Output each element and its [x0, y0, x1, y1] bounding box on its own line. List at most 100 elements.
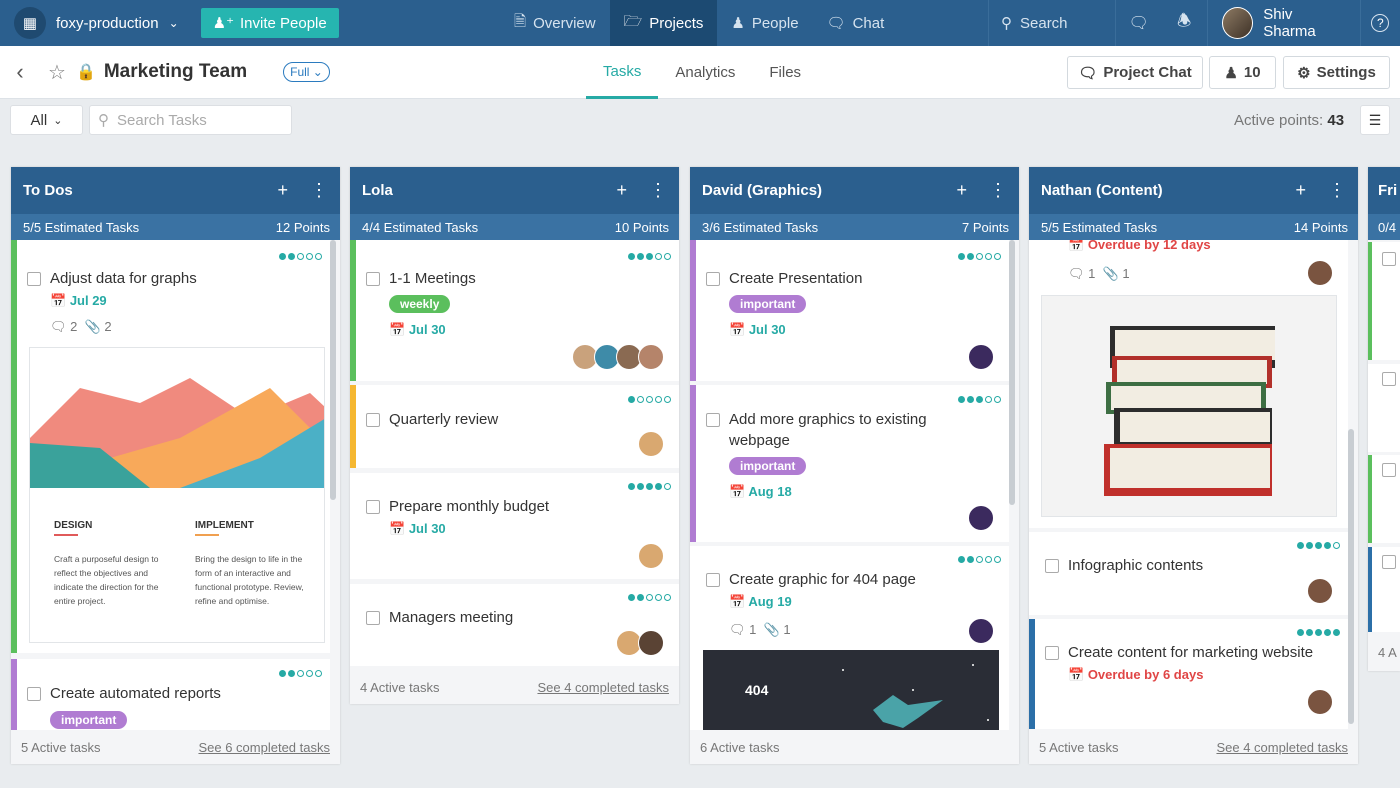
more-icon[interactable]: ⋮: [310, 180, 328, 201]
nav-people[interactable]: ♟ People: [717, 0, 812, 46]
search-input[interactable]: [117, 111, 277, 129]
task-card[interactable]: Managers meeting: [350, 584, 679, 666]
task-checkbox[interactable]: [366, 413, 380, 427]
user-menu[interactable]: Shiv Sharma: [1206, 0, 1361, 46]
nav-projects[interactable]: 🗁 Projects: [609, 0, 718, 46]
active-points: Active points: 43: [1234, 112, 1344, 129]
task-checkbox[interactable]: [366, 500, 380, 514]
task-card[interactable]: Create content for marketing website 📅 O…: [1029, 619, 1348, 729]
task-card[interactable]: Create Presentation important 📅 Jul 30: [690, 240, 1009, 381]
priority-dot: [315, 670, 322, 677]
global-search[interactable]: ⚲ Search: [988, 0, 1117, 46]
comment-icon: 🗨: [50, 319, 67, 334]
priority-dot: [315, 253, 322, 260]
task-card[interactable]: Prepare monthly budget 📅 Jul 30: [350, 473, 679, 579]
priority-dot: [279, 670, 286, 677]
filter-dropdown[interactable]: All ⌄: [10, 105, 83, 135]
active-tasks: 4 A: [1378, 645, 1397, 660]
task-checkbox[interactable]: [706, 413, 720, 427]
bell-icon[interactable]: 🕭: [1161, 0, 1206, 46]
scrollbar[interactable]: [1009, 240, 1015, 505]
more-icon[interactable]: ⋮: [1328, 180, 1346, 201]
priority-dot: [664, 594, 671, 601]
scrollbar[interactable]: [330, 240, 336, 500]
calendar-icon: 📅: [1068, 667, 1085, 682]
project-chat-button[interactable]: 🗨 Project Chat: [1067, 56, 1203, 89]
priority-dot: [976, 396, 983, 403]
due-date: 📅 Aug 19: [729, 594, 792, 610]
invite-people-button[interactable]: ♟⁺ Invite People: [200, 8, 339, 38]
task-checkbox[interactable]: [366, 272, 380, 286]
active-points-value: 43: [1327, 112, 1345, 129]
nav-overview[interactable]: 🗎 Overview: [500, 0, 610, 46]
task-checkbox[interactable]: [706, 573, 720, 587]
see-completed-link[interactable]: See 4 completed tasks: [1216, 740, 1348, 755]
task-card[interactable]: Adjust data for graphs 📅 Jul 29 🗨 2 📎 2 …: [11, 240, 330, 653]
task-checkbox[interactable]: [27, 687, 41, 701]
tab-analytics[interactable]: Analytics: [658, 46, 752, 99]
task-card[interactable]: Quarterly review: [350, 385, 679, 468]
scrollbar[interactable]: [1348, 429, 1354, 724]
see-completed-link[interactable]: See 6 completed tasks: [198, 740, 330, 755]
priority-dots: [279, 670, 322, 677]
add-user-icon: ♟⁺: [212, 15, 234, 32]
star-icon[interactable]: ☆: [48, 60, 66, 85]
folder-icon: 🗁: [623, 12, 643, 30]
task-checkbox[interactable]: [27, 272, 41, 286]
more-icon[interactable]: ⋮: [989, 180, 1007, 201]
task-title: 1-1 Meetings: [389, 270, 476, 287]
task-checkbox[interactable]: [366, 611, 380, 625]
task-card[interactable]: [1368, 364, 1400, 452]
tab-files[interactable]: Files: [752, 46, 818, 99]
tag-important: important: [729, 295, 807, 313]
task-checkbox[interactable]: [1382, 463, 1396, 477]
priority-dots: [958, 556, 1001, 563]
workspace-switcher[interactable]: ▦ foxy-production ⌄: [0, 0, 193, 46]
see-completed-link[interactable]: See 4 completed tasks: [537, 680, 669, 695]
add-task-icon[interactable]: +: [616, 180, 627, 201]
task-card[interactable]: Create automated reports important: [11, 659, 330, 730]
settings-button[interactable]: ⚙ Settings: [1283, 56, 1390, 89]
avatar: [638, 543, 664, 569]
task-checkbox[interactable]: [1045, 559, 1059, 573]
task-checkbox[interactable]: [1382, 372, 1396, 386]
task-card[interactable]: 📅 Overdue by 12 days 🗨 1 📎 1: [1029, 240, 1348, 528]
astronaut-graphic: [842, 664, 989, 728]
task-meta: 🗨 1 📎 1: [729, 622, 791, 638]
task-card[interactable]: Infographic contents: [1029, 532, 1348, 615]
task-checkbox[interactable]: [1382, 252, 1396, 266]
user-name: Shiv Sharma: [1263, 6, 1316, 40]
task-card[interactable]: Create graphic for 404 page 📅 Aug 19 🗨 1…: [690, 546, 1009, 730]
estimated-tasks: 4/4 Estimated Tasks: [362, 219, 479, 235]
priority-dot: [664, 396, 671, 403]
list-view-icon[interactable]: ☰: [1360, 105, 1390, 135]
tab-tasks[interactable]: Tasks: [586, 46, 659, 99]
priority-dot: [279, 253, 286, 260]
task-card[interactable]: [1368, 547, 1400, 632]
column-lola: Lola + ⋮ 4/4 Estimated Tasks 10 Points 1-1 …: [350, 167, 679, 704]
add-task-icon[interactable]: +: [277, 180, 288, 201]
back-icon[interactable]: ‹: [0, 59, 40, 85]
task-checkbox[interactable]: [1045, 646, 1059, 660]
add-task-icon[interactable]: +: [956, 180, 967, 201]
due-date-text: Aug 19: [748, 594, 792, 609]
priority-dot: [306, 670, 313, 677]
members-button[interactable]: ♟ 10: [1209, 56, 1276, 89]
task-card[interactable]: 1-1 Meetings weekly 📅 Jul 30: [350, 240, 679, 381]
column-stats: 5/5 Estimated Tasks 14 Points: [1029, 214, 1358, 240]
nav-chat[interactable]: 🗨 Chat: [813, 0, 899, 46]
task-card[interactable]: [1368, 455, 1400, 543]
task-card[interactable]: Add more graphics to existing webpage im…: [690, 385, 1009, 542]
access-dropdown[interactable]: Full ⌄: [283, 62, 330, 82]
task-card[interactable]: [1368, 242, 1400, 360]
messages-icon[interactable]: 🗨: [1116, 0, 1161, 46]
column-footer: 6 Active tasks: [690, 730, 1019, 764]
add-task-icon[interactable]: +: [1295, 180, 1306, 201]
task-checkbox[interactable]: [706, 272, 720, 286]
task-checkbox[interactable]: [1382, 555, 1396, 569]
column-points: 10 Points: [614, 219, 669, 235]
column-header: To Dos + ⋮: [11, 167, 340, 214]
column-footer: 5 Active tasks See 6 completed tasks: [11, 730, 340, 764]
more-icon[interactable]: ⋮: [649, 180, 667, 201]
help-icon[interactable]: ?: [1361, 0, 1400, 46]
